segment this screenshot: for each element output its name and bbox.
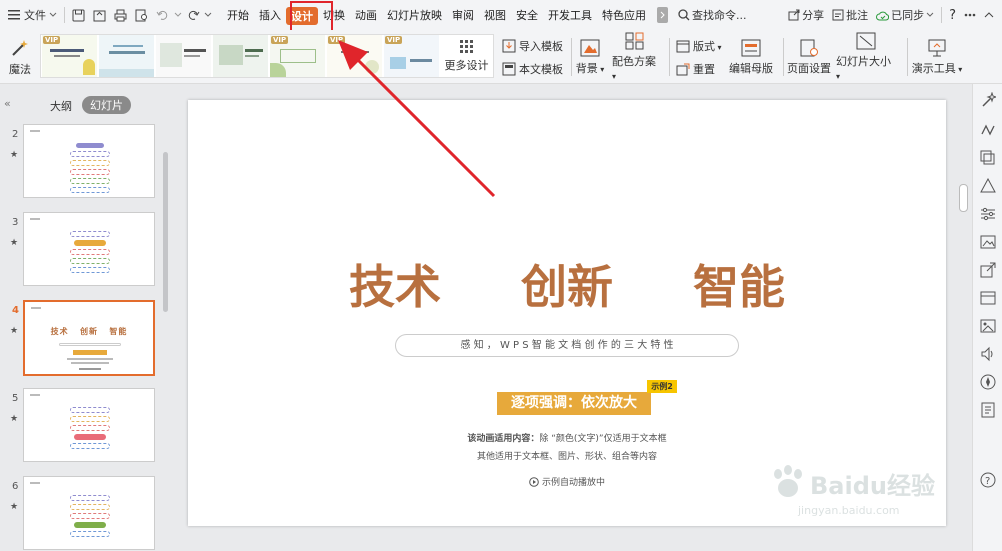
annotation-arrow — [338, 40, 496, 198]
